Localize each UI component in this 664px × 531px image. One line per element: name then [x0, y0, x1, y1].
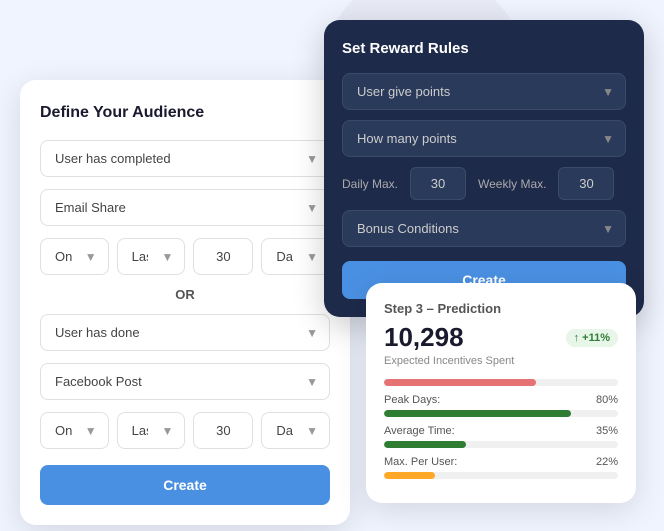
- audience-select2[interactable]: Email Share: [40, 189, 330, 226]
- frequency-select2-wrap: Once ▼: [40, 412, 109, 449]
- prediction-card: Step 3 – Prediction 10,298 ↑ +11% Expect…: [366, 283, 636, 503]
- number-input1[interactable]: [193, 238, 253, 275]
- peak-days-label-row: Peak Days: 80%: [384, 394, 618, 406]
- max-per-user-label-row: Max. Per User: 22%: [384, 456, 618, 468]
- audience-row1: Once ▼ Last ▼ Days ▼: [40, 238, 330, 275]
- unit-select2[interactable]: Days: [261, 412, 330, 449]
- audience-card: Define Your Audience User has completed …: [20, 80, 350, 525]
- peak-days-label: Peak Days:: [384, 394, 440, 406]
- incentives-bar-bg: [384, 379, 618, 386]
- audience-select3[interactable]: User has done: [40, 314, 330, 351]
- frequency-select1[interactable]: Once: [40, 238, 109, 275]
- audience-select1-wrap: User has completed ▼: [40, 140, 330, 177]
- unit-select1-wrap: Days ▼: [261, 238, 330, 275]
- reward-select2[interactable]: How many points: [342, 120, 626, 157]
- period-select1[interactable]: Last: [117, 238, 186, 275]
- audience-select1[interactable]: User has completed: [40, 140, 330, 177]
- reward-card-title: Set Reward Rules: [342, 40, 626, 57]
- audience-select3-wrap: User has done ▼: [40, 314, 330, 351]
- audience-create-button[interactable]: Create: [40, 465, 330, 505]
- avg-time-pct: 35%: [596, 425, 618, 437]
- avg-time-bar-bg: [384, 441, 618, 448]
- audience-select2-wrap: Email Share ▼: [40, 189, 330, 226]
- frequency-select1-wrap: Once ▼: [40, 238, 109, 275]
- prediction-subtitle: Expected Incentives Spent: [384, 355, 618, 367]
- max-per-user-bar-bg: [384, 472, 618, 479]
- prediction-number: 10,298: [384, 322, 464, 353]
- period-select2[interactable]: Last: [117, 412, 186, 449]
- avg-time-label: Average Time:: [384, 425, 455, 437]
- reward-select2-wrap: How many points ▼: [342, 120, 626, 157]
- peak-days-pct: 80%: [596, 394, 618, 406]
- peak-days-bar-bg: [384, 410, 618, 417]
- frequency-select2[interactable]: Once: [40, 412, 109, 449]
- unit-select1[interactable]: Days: [261, 238, 330, 275]
- incentives-bar-fill: [384, 379, 536, 386]
- max-per-user-label: Max. Per User:: [384, 456, 457, 468]
- reward-select1[interactable]: User give points: [342, 73, 626, 110]
- period-select1-wrap: Last ▼: [117, 238, 186, 275]
- weekly-max-input[interactable]: [558, 167, 614, 200]
- weekly-max-label: Weekly Max.: [478, 177, 546, 191]
- max-per-user-bar-fill: [384, 472, 435, 479]
- reward-select3[interactable]: Bonus Conditions: [342, 210, 626, 247]
- reward-max-row: Daily Max. Weekly Max.: [342, 167, 626, 200]
- reward-select1-wrap: User give points ▼: [342, 73, 626, 110]
- avg-time-section: Average Time: 35%: [384, 425, 618, 448]
- peak-days-bar-fill: [384, 410, 571, 417]
- unit-select2-wrap: Days ▼: [261, 412, 330, 449]
- prediction-badge: ↑ +11%: [566, 329, 618, 347]
- peak-days-section: Peak Days: 80%: [384, 394, 618, 417]
- audience-select4[interactable]: Facebook Post: [40, 363, 330, 400]
- reward-select3-wrap: Bonus Conditions ▼: [342, 210, 626, 247]
- prediction-number-row: 10,298 ↑ +11%: [384, 322, 618, 353]
- max-per-user-pct: 22%: [596, 456, 618, 468]
- audience-select4-wrap: Facebook Post ▼: [40, 363, 330, 400]
- avg-time-bar-fill: [384, 441, 466, 448]
- period-select2-wrap: Last ▼: [117, 412, 186, 449]
- reward-card: Set Reward Rules User give points ▼ How …: [324, 20, 644, 317]
- prediction-badge-text: +11%: [582, 332, 610, 344]
- number-input2[interactable]: [193, 412, 253, 449]
- prediction-title: Step 3 – Prediction: [384, 301, 618, 316]
- up-arrow-icon: ↑: [574, 332, 580, 344]
- daily-max-label: Daily Max.: [342, 177, 398, 191]
- max-per-user-section: Max. Per User: 22%: [384, 456, 618, 479]
- audience-card-title: Define Your Audience: [40, 104, 330, 122]
- daily-max-input[interactable]: [410, 167, 466, 200]
- avg-time-label-row: Average Time: 35%: [384, 425, 618, 437]
- or-divider: OR: [40, 287, 330, 302]
- audience-row2: Once ▼ Last ▼ Days ▼: [40, 412, 330, 449]
